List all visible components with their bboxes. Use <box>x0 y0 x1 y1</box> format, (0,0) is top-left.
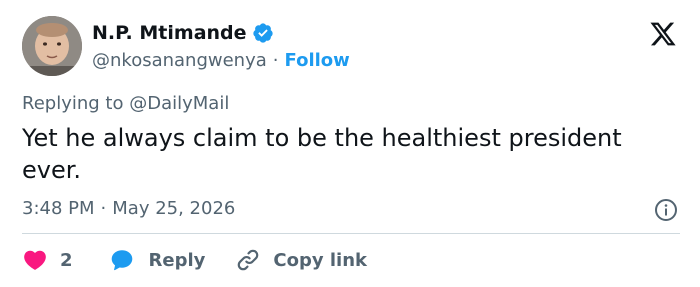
action-bar: 2 Reply Copy link <box>22 245 367 275</box>
author-handle-row: @nkosanangwenya · Follow <box>92 48 350 72</box>
like-count: 2 <box>60 249 73 271</box>
speech-bubble-icon <box>109 247 135 273</box>
divider <box>22 233 680 234</box>
avatar[interactable] <box>22 16 82 76</box>
replying-to: Replying to @DailyMail <box>22 93 229 114</box>
like-button[interactable]: 2 <box>22 247 73 273</box>
verified-badge-icon <box>252 22 274 44</box>
replying-to-mention[interactable]: @DailyMail <box>129 93 229 114</box>
follow-button[interactable]: Follow <box>285 50 350 71</box>
x-logo-icon[interactable] <box>648 20 678 48</box>
timestamp-separator: · <box>100 198 107 219</box>
tweet-timestamp[interactable]: 3:48 PM · May 25, 2026 <box>22 198 235 219</box>
reply-label: Reply <box>148 249 206 271</box>
tweet-time: 3:48 PM <box>22 198 95 219</box>
replying-to-prefix: Replying to <box>22 93 124 114</box>
heart-icon <box>22 247 48 273</box>
author-handle[interactable]: @nkosanangwenya <box>92 50 267 71</box>
author-name-row: N.P. Mtimande <box>92 20 274 46</box>
tweet-card: N.P. Mtimande @nkosanangwenya · Follow R… <box>0 0 700 287</box>
tweet-date: May 25, 2026 <box>112 198 236 219</box>
copy-link-label: Copy link <box>273 249 367 271</box>
info-icon[interactable] <box>654 198 678 222</box>
link-icon <box>235 247 261 273</box>
tweet-text: Yet he always claim to be the healthiest… <box>22 124 622 184</box>
reply-button[interactable]: Reply <box>109 247 206 273</box>
display-name[interactable]: N.P. Mtimande <box>92 22 247 44</box>
copy-link-button[interactable]: Copy link <box>235 247 367 273</box>
handle-separator: · <box>272 49 279 71</box>
